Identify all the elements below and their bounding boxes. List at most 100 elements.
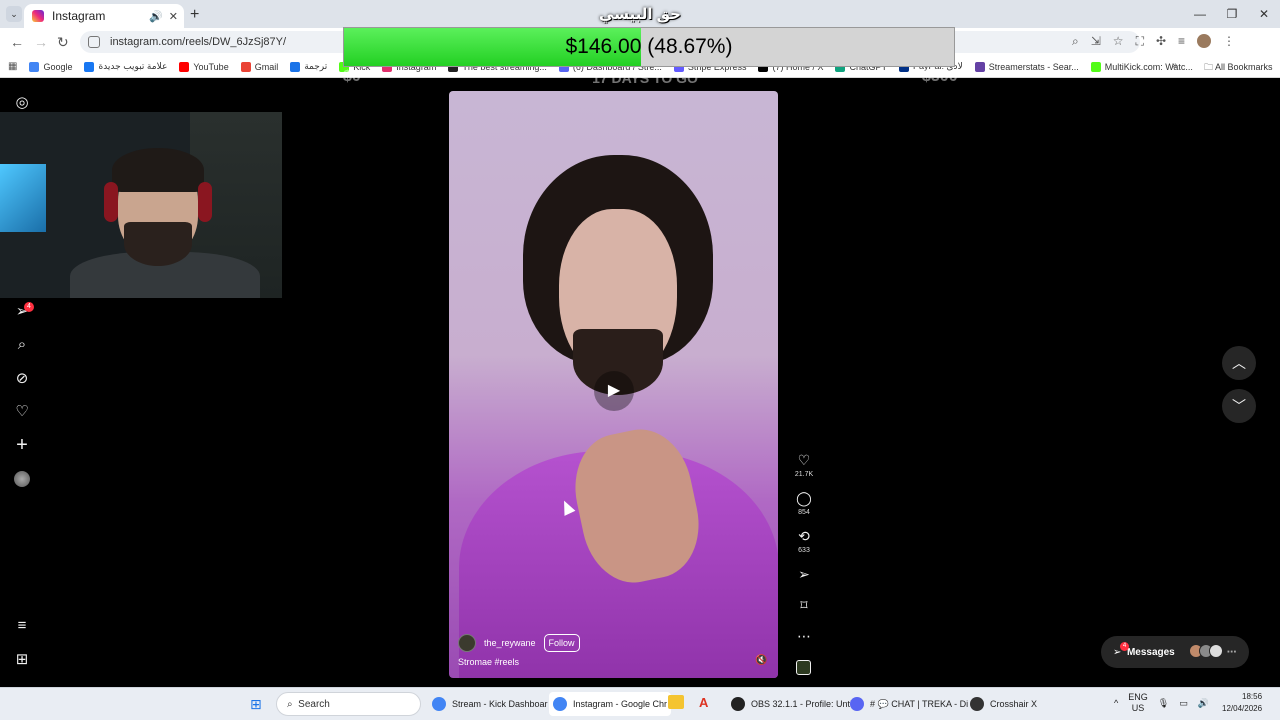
mute-icon[interactable]: 🔇 [755,655,767,666]
instagram-icon[interactable]: ◎ [13,94,31,112]
search-icon[interactable]: ⌕ [13,336,31,354]
bookmark-item[interactable]: YouTube [179,61,229,72]
repost-icon: ⟲ [798,528,810,544]
network-icon[interactable]: ▭ [1179,698,1188,709]
like-action[interactable]: ♡ 21.7K [790,452,818,478]
bookmark-label: ترجمة [304,61,328,71]
tab-close-icon[interactable]: ✕ [169,10,178,23]
notification-badge: 4 [24,302,34,312]
comment-action[interactable]: ◯ 854 [790,490,818,516]
browser-profile-avatar[interactable] [1197,34,1212,48]
goal-amount: $146.00 [565,35,642,58]
restore-button[interactable]: ❐ [1216,0,1248,28]
bookmark-item[interactable]: علامة تبويب جديدة [84,61,167,72]
also-from-meta-icon[interactable]: ⊞ [13,651,31,669]
taskbar-app-button[interactable]: Crosshair X [966,692,1041,716]
tab-audio-icon[interactable]: 🔊 [149,10,163,23]
profile-avatar[interactable] [14,471,30,487]
headphones-left [104,182,118,222]
search-icon: ⌕ [287,698,299,710]
app-icon [970,697,984,711]
reading-list-icon[interactable]: ≡ [1178,34,1185,49]
taskbar-search[interactable]: ⌕ Search [276,692,421,716]
taskbar-app-button[interactable]: OBS 32.1.1 - Profile: Unti [727,692,856,716]
close-window-button[interactable]: ✕ [1248,0,1280,28]
taskbar-app-label: Instagram - Google Chr [573,699,668,709]
share-icon[interactable]: ➢ [790,566,818,582]
reel-video[interactable]: ▶ the_reywane Follow Stromae #reels 🔇 [449,91,778,678]
taskbar-app-label: # 💬 CHAT | TREKA - Di [870,698,969,709]
extensions-puzzle-icon[interactable]: ✣ [1156,34,1166,49]
bookmark-item[interactable]: Gmail [240,61,279,72]
streamer-hair [112,148,204,192]
new-tab-button[interactable]: + [190,6,199,24]
reload-button[interactable]: ↻ [57,34,69,51]
apps-grid-icon[interactable]: ▦ [8,61,17,72]
menu-icon[interactable]: ≡ [13,617,31,635]
play-icon[interactable]: ▶ [594,371,634,411]
bookmark-favicon-icon [29,61,40,72]
reel-author: the_reywane Follow [458,634,580,652]
goal-percent: (48.67%) [647,35,733,58]
browser-right-tools: ⌕ ⇲ ☆ ⛶ ✣ ≡ ⋮ [1072,34,1235,49]
volume-icon[interactable]: 🔊 [1198,698,1209,709]
language-bottom: US [1131,703,1145,713]
goal-title: حق البيسي [599,6,681,23]
browser-tab-instagram[interactable]: Instagram 🔊 ✕ [24,4,184,28]
chevron-up-icon[interactable]: ^ [1114,698,1118,708]
bookmark-star-icon[interactable]: ☆ [1113,34,1124,49]
messages-button[interactable]: ➢ Messages ⋯ [1101,636,1249,668]
clock-date: 12/04/2026 [1222,704,1263,713]
heart-icon: ♡ [797,452,811,468]
chevron-up-icon[interactable]: ︿ [1222,346,1256,380]
bookmark-item[interactable]: ترجمة [290,61,327,72]
bookmark-label: Gmail [254,61,279,72]
taskbar-app-button[interactable]: Instagram - Google Chr [549,692,672,716]
headphones-right [198,182,212,222]
bookmarks-overflow-icon[interactable]: » [1172,60,1178,71]
bookmark-label: علامة تبويب جديدة [98,61,168,71]
window-controls: — ❐ ✕ [1184,0,1280,28]
app-icon [432,697,446,711]
microphone-icon[interactable]: 🎙 [1158,698,1169,709]
taskbar-app-label: OBS 32.1.1 - Profile: Unti [751,699,853,709]
audio-thumbnail[interactable] [796,660,811,675]
bookmark-item[interactable]: Google [29,61,72,72]
minimize-button[interactable]: — [1184,0,1216,28]
reel-username[interactable]: the_reywane [484,638,536,648]
all-bookmarks-button[interactable]: 🗀 All Bookmarks [1204,60,1273,76]
clock-time: 18:56 [1242,692,1263,701]
browser-menu-icon[interactable]: ⋮ [1223,34,1235,49]
app-icon [731,697,745,711]
create-icon[interactable]: + [13,435,31,455]
heart-icon[interactable]: ♡ [13,403,31,421]
more-options-icon[interactable]: ⋯ [790,628,818,644]
chevron-down-icon[interactable]: ﹀ [1222,389,1256,423]
taskbar-search-label: Search [298,698,330,710]
zoom-icon[interactable]: ⌕ [1072,34,1079,49]
reel-author-avatar[interactable] [458,634,476,652]
goal-max-label: $300 [922,68,958,85]
forward-button[interactable]: → [34,34,48,50]
bookmark-favicon-icon [1090,61,1101,72]
install-app-icon[interactable]: ⇲ [1091,34,1101,49]
bookmark-item[interactable]: Streamerstats - Sear... [974,61,1079,72]
site-info-icon[interactable] [88,36,100,48]
back-button[interactable]: ← [10,34,24,50]
adobe-icon[interactable]: A [699,695,708,710]
all-bookmarks-label: All Bookmarks [1215,62,1273,72]
taskbar-app-button[interactable]: # 💬 CHAT | TREKA - Di [846,692,972,716]
reel-caption[interactable]: Stromae #reels [458,657,519,667]
language-indicator[interactable]: ENG US [1128,692,1148,714]
save-icon[interactable]: ⌑ [790,597,818,613]
taskbar-app-button[interactable]: Stream - Kick Dashboar [428,692,552,716]
explore-icon[interactable]: ⊘ [13,370,31,388]
follow-button[interactable]: Follow [543,634,580,652]
tab-search-button[interactable]: ⌄ [6,6,22,22]
extension-icon[interactable]: ⛶ [1136,34,1144,49]
taskbar-clock[interactable]: 18:56 12/04/2026 [1222,691,1262,715]
start-icon[interactable]: ⊞ [250,696,262,713]
webcam-overlay [0,112,282,298]
repost-action[interactable]: ⟲ 633 [790,528,818,554]
file-explorer-icon[interactable] [668,695,684,709]
